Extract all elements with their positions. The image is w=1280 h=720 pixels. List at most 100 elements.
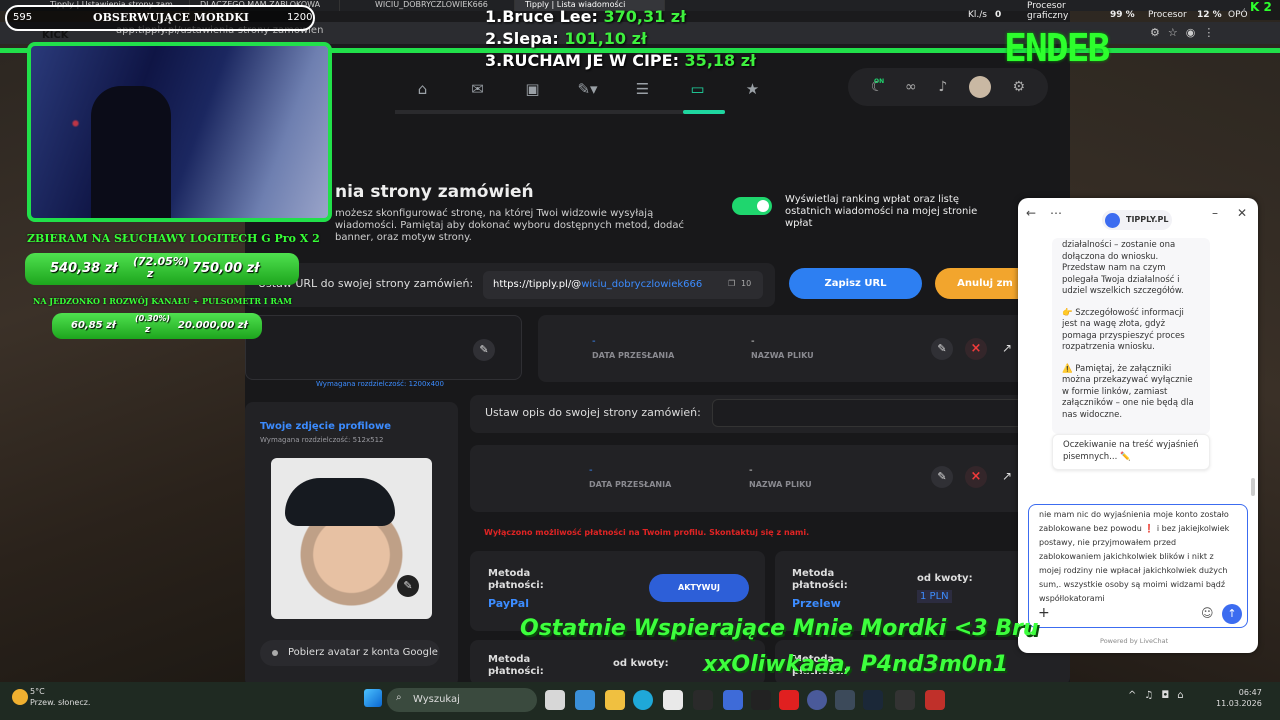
attach-plus-icon[interactable]: + [1038, 605, 1050, 621]
copy-icon[interactable]: ❐ [728, 279, 735, 288]
goal2-z: z [145, 325, 151, 335]
webcam-lights [31, 46, 328, 218]
kl-value: 0 [995, 10, 1002, 20]
kl-label: Kl./s [968, 10, 987, 20]
top-donor-3: 3.RUCHAM JE W CIPE: 35,18 zł [485, 50, 756, 72]
bell-icon[interactable]: ♪ [938, 79, 947, 95]
app-icon[interactable] [925, 690, 945, 710]
browser-toolbar-icons[interactable]: ⚙☆◉⋮ [1150, 26, 1222, 39]
wallet-icon[interactable]: ▣ [505, 80, 560, 98]
save-url-button[interactable]: Zapisz URL [789, 268, 922, 299]
supporters-ticker-line1: Ostatnie Wspierające Mnie Mordki <3 Bru [520, 616, 1039, 641]
top-donors: 1.Bruce Lee: 370,31 zł 2.Slepa: 101,10 z… [485, 6, 756, 72]
send-button[interactable]: ↑ [1222, 604, 1242, 624]
url-count: 10 [741, 279, 752, 288]
edit-icon[interactable]: ✎▾ [560, 80, 615, 98]
scrollbar[interactable] [1251, 478, 1255, 496]
banner-note: Wymagana rozdzielczość: 1200x400 [316, 380, 444, 388]
donor-amount: 35,18 zł [684, 51, 756, 70]
store-icon[interactable] [663, 690, 683, 710]
top-donor-2: 2.Slepa: 101,10 zł [485, 28, 756, 50]
donor-name: Slepa: [502, 29, 559, 48]
task-view-icon[interactable] [545, 690, 565, 710]
app-icon[interactable] [575, 690, 595, 710]
avatar[interactable] [968, 76, 991, 98]
edit-file-icon[interactable]: ✎ [931, 338, 953, 360]
app-icon[interactable] [895, 690, 915, 710]
file-date-value: - [589, 465, 593, 476]
tray-icons[interactable]: ^♫◘⌂ [1128, 690, 1192, 701]
gpu-value: 99 % [1110, 10, 1135, 20]
app-icon[interactable] [835, 690, 855, 710]
chat-message-1: działalności – zostanie ona dołączona do… [1062, 240, 1184, 296]
powered-by: Powered by LiveChat [1100, 637, 1169, 645]
app-icon[interactable] [723, 690, 743, 710]
amount-value[interactable]: 1 PLN [917, 590, 952, 603]
more-icon[interactable]: ⋯ [1050, 206, 1062, 220]
edit-avatar-icon[interactable]: ✎ [397, 575, 419, 597]
file-date-label: DATA PRZESŁANIA [592, 351, 675, 360]
donor-name: RUCHAM JE W CIPE: [502, 51, 679, 70]
back-icon[interactable]: ← [1026, 206, 1036, 220]
browser-icon[interactable]: ▭ [670, 80, 725, 98]
system-stats: Kl./s 0 Procesor graficzny 99 % Procesor… [950, 0, 1280, 22]
payments-disabled-warning[interactable]: Wyłączono możliwość płatności na Twoim p… [484, 528, 809, 537]
profile-photo-cap [285, 478, 395, 526]
steam-icon[interactable] [863, 690, 883, 710]
minimize-icon[interactable]: – [1212, 206, 1218, 220]
weather-icon[interactable] [12, 689, 28, 705]
explorer-icon[interactable] [605, 690, 625, 710]
app-icon[interactable] [693, 690, 713, 710]
chat-message-4-text: Oczekiwanie na treść wyjaśnień pisemnych… [1063, 440, 1199, 462]
gear-icon[interactable]: ⚙ [1013, 79, 1026, 95]
taskbar-clock[interactable]: 06:47 11.03.2026 [1216, 687, 1262, 709]
ranking-toggle[interactable] [732, 197, 772, 215]
weather-desc: Przew. słonecz. [30, 698, 91, 707]
emoji-icon[interactable]: ☺ [1201, 606, 1214, 620]
banner-file-card [538, 315, 1070, 382]
edge-icon[interactable] [633, 690, 653, 710]
home-icon[interactable]: ⌂ [395, 80, 450, 98]
weather-temp: 5°C [30, 687, 45, 696]
search-icon: ⌕ [396, 692, 402, 703]
taskbar-search[interactable]: Wyszukaj [387, 688, 537, 712]
delete-file-icon[interactable]: × [965, 466, 987, 488]
donor-rank: 3. [485, 51, 503, 70]
chat-message-input[interactable]: nie mam nic do wyjaśnienia moje konto zo… [1028, 504, 1248, 628]
cpu-label: Procesor [1148, 10, 1187, 20]
chrome-icon[interactable] [807, 690, 827, 710]
goal1-percent: (72.05%) [133, 255, 189, 268]
file-name-value: - [749, 465, 753, 476]
goal1-bar: 540,38 zł (72.05%) z 750,00 zł [25, 253, 299, 285]
chat-message-2: 👉 Szczegółowość informacji jest na wagę … [1062, 307, 1185, 353]
description-label: Ustaw opis do swojej strony zamówień: [485, 406, 701, 419]
edit-file-icon[interactable]: ✎ [931, 466, 953, 488]
delete-file-icon[interactable]: × [965, 338, 987, 360]
file-date-label: DATA PRZESŁANIA [589, 480, 672, 489]
start-icon[interactable] [364, 689, 382, 707]
goal1-target: 750,00 zł [192, 261, 260, 276]
layers-icon[interactable]: ☰ [615, 80, 670, 98]
chat-input-text: nie mam nic do wyjaśnienia moje konto zo… [1039, 510, 1230, 603]
link-icon[interactable]: ∞ [905, 79, 917, 95]
google-avatar-button[interactable]: Pobierz avatar z konta Google [260, 640, 440, 666]
close-icon[interactable]: ✕ [1237, 206, 1247, 220]
donor-rank: 2. [485, 29, 503, 48]
app-icon[interactable] [751, 690, 771, 710]
weather-widget[interactable]: 5°C Przew. słonecz. [30, 686, 90, 708]
youtube-icon[interactable] [779, 690, 799, 710]
followers-left: 595 [13, 12, 33, 23]
star-icon[interactable]: ★ [725, 80, 780, 98]
url-input[interactable]: https://tipply.pl/@wiciu_dobryczlowiek66… [483, 271, 763, 299]
brand-logo: ENDEB [1004, 26, 1110, 70]
open-external-icon[interactable]: ↗ [1002, 469, 1012, 483]
goal2-percent: (0.30%) [135, 314, 171, 323]
description-input[interactable] [712, 399, 1032, 427]
goal2-current: 60,85 zł [71, 320, 116, 331]
open-external-icon[interactable]: ↗ [1002, 341, 1012, 355]
amount-label: od kwoty: [917, 573, 973, 584]
activate-paypal-button[interactable]: AKTYWUJ [649, 574, 749, 602]
inbox-icon[interactable]: ✉ [450, 80, 505, 98]
edit-banner-icon[interactable]: ✎ [473, 339, 495, 361]
page-description: możesz skonfigurować stronę, na której T… [335, 208, 685, 243]
